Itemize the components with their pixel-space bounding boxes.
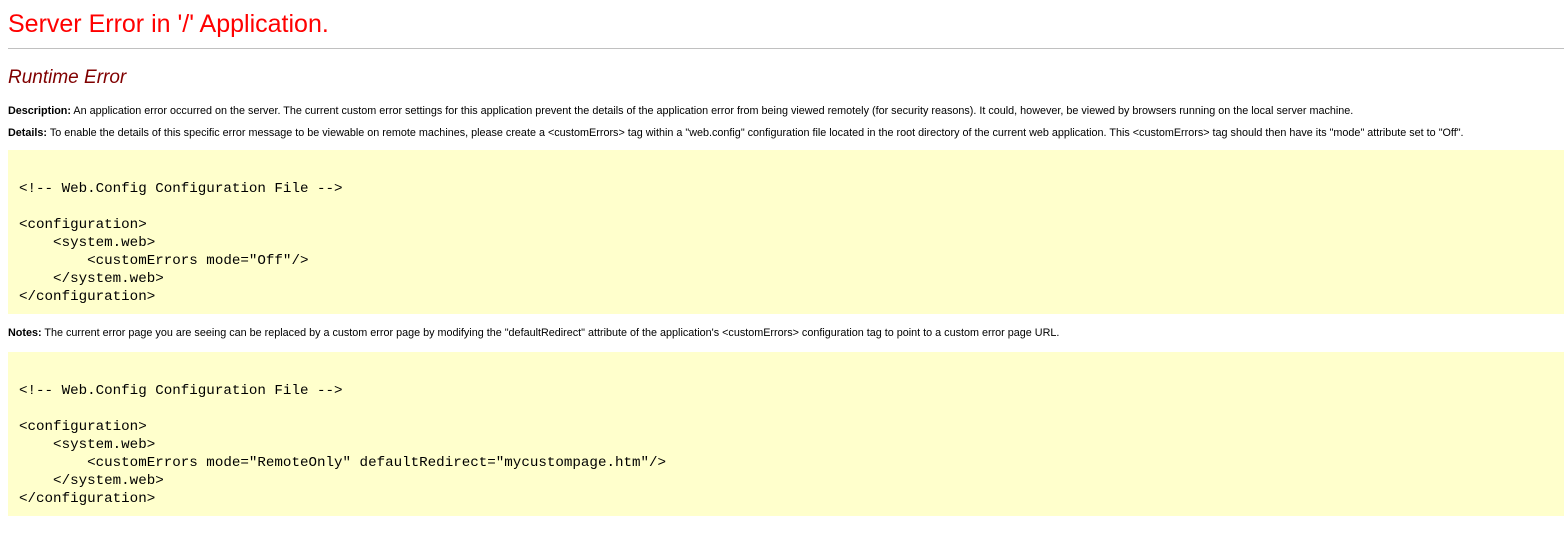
config-code-block-remoteonly: <!-- Web.Config Configuration File --> <c… [8, 352, 1564, 516]
notes-label: Notes: [8, 327, 42, 339]
code-line: <system.web> [19, 235, 156, 251]
code-line: </system.web> [19, 473, 164, 489]
code-line: <!-- Web.Config Configuration File --> [19, 383, 343, 399]
details-paragraph: Details: To enable the details of this s… [8, 126, 1564, 140]
code-listing: <!-- Web.Config Configuration File --> <c… [19, 162, 1564, 306]
details-label: Details: [8, 127, 48, 139]
code-line: <configuration> [19, 419, 147, 435]
notes-text: The current error page you are seeing ca… [41, 327, 1060, 339]
code-line: <customErrors mode="RemoteOnly" defaultR… [19, 455, 667, 471]
code-line: </configuration> [19, 289, 156, 305]
description-paragraph: Description: An application error occurr… [8, 104, 1564, 118]
code-line: <!-- Web.Config Configuration File --> [19, 181, 343, 197]
details-text: To enable the details of this specific e… [47, 127, 1464, 139]
code-listing: <!-- Web.Config Configuration File --> <c… [19, 364, 1564, 508]
description-label: Description: [8, 105, 71, 117]
error-subtitle: Runtime Error [8, 67, 127, 88]
config-code-block-off: <!-- Web.Config Configuration File --> <c… [8, 150, 1564, 314]
error-page: Server Error in '/' Application. Runtime… [0, 0, 1564, 516]
code-line: <system.web> [19, 437, 156, 453]
page-title: Server Error in '/' Application. [8, 10, 329, 38]
code-line: <customErrors mode="Off"/> [19, 253, 309, 269]
title-divider [8, 48, 1564, 49]
code-line: </system.web> [19, 271, 164, 287]
notes-paragraph: Notes: The current error page you are se… [8, 326, 1564, 340]
description-text: An application error occurred on the ser… [71, 105, 1354, 117]
code-line: </configuration> [19, 491, 156, 507]
code-line: <configuration> [19, 217, 147, 233]
